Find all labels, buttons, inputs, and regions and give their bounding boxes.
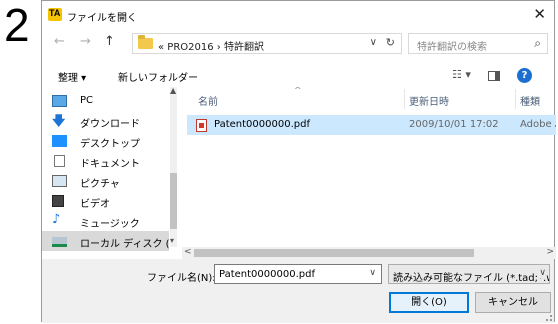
step-number: 2 xyxy=(4,0,30,51)
folder-icon xyxy=(138,35,153,49)
sidebar-item-pc[interactable]: PC xyxy=(52,91,170,111)
sidebar-item-label: ビデオ xyxy=(80,199,110,210)
picture-icon xyxy=(52,175,67,187)
app-icon: TA xyxy=(48,8,62,21)
address-bar[interactable]: « PRO2016 › 特許翻訳 ∨ ↻ xyxy=(132,33,402,54)
scrollbar-thumb[interactable] xyxy=(194,249,474,257)
cancel-button[interactable]: キャンセル xyxy=(475,292,551,313)
scrollbar-thumb[interactable] xyxy=(170,173,177,229)
preview-pane-icon[interactable] xyxy=(488,71,500,81)
forward-arrow-icon[interactable]: → xyxy=(80,34,91,49)
sidebar-item-music[interactable]: ♪ ミュージック xyxy=(52,211,170,231)
column-header-type[interactable]: 種類 xyxy=(520,93,540,108)
dialog-footer: ファイル名(N): Patent0000000.pdf ∨ 読み込み可能なファイ… xyxy=(42,259,554,323)
sidebar-item-label: ローカル ディスク (C xyxy=(80,239,169,250)
filetype-dropdown-icon[interactable]: ∨ xyxy=(537,268,546,278)
file-list-hscrollbar[interactable]: < > xyxy=(182,247,556,259)
file-type: Adobe A xyxy=(520,119,556,130)
search-input[interactable]: 特許翻訳の検索 ⌕ xyxy=(408,33,548,54)
navigation-bar: ← → ↑ « PRO2016 › 特許翻訳 ∨ ↻ 特許翻訳の検索 ⌕ xyxy=(42,28,554,56)
sidebar-item-local-disk[interactable]: ローカル ディスク (C xyxy=(42,231,169,251)
help-icon[interactable]: ? xyxy=(517,68,532,83)
filename-input[interactable]: Patent0000000.pdf ∨ xyxy=(214,264,382,284)
desktop-icon xyxy=(52,135,67,147)
scroll-left-icon[interactable]: < xyxy=(184,247,192,257)
file-date: 2009/10/01 17:02 xyxy=(409,119,499,130)
open-file-dialog: TA ファイルを開く ✕ ← → ↑ « PRO2016 › 特許翻訳 ∨ ↻ … xyxy=(41,0,556,323)
navigation-pane: PC 🡇 ダウンロード デスクトップ ドキュメント ピクチャ ビデオ ♪ ミュー… xyxy=(42,87,177,251)
filetype-select[interactable]: 読み込み可能なファイル (*.tad;*.w ∨ xyxy=(388,264,550,284)
resize-grip[interactable] xyxy=(546,315,552,321)
column-divider[interactable] xyxy=(404,89,405,109)
file-row[interactable]: Patent0000000.pdf 2009/10/01 17:02 Adobe… xyxy=(187,115,556,135)
refresh-icon[interactable]: ↻ xyxy=(386,36,395,49)
column-header-date[interactable]: 更新日時 xyxy=(409,93,449,108)
organize-button[interactable]: 整理 ▾ xyxy=(58,69,86,84)
search-placeholder: 特許翻訳の検索 xyxy=(417,42,487,53)
document-icon xyxy=(54,155,65,167)
scroll-right-icon[interactable]: > xyxy=(546,247,554,257)
pc-icon xyxy=(52,95,67,107)
new-folder-button[interactable]: 新しいフォルダー xyxy=(118,69,198,84)
open-button[interactable]: 開く(O) xyxy=(389,292,469,313)
column-header-name[interactable]: 名前 xyxy=(198,93,218,108)
file-list: 名前 ^ 更新日時 種類 Patent0000000.pdf 2009/10/0… xyxy=(182,87,556,247)
scroll-up-icon[interactable]: ▲ xyxy=(170,86,176,95)
sidebar-scrollbar[interactable]: ▲ ▾ xyxy=(170,86,177,247)
video-icon xyxy=(52,195,64,207)
address-dropdown-icon[interactable]: ∨ xyxy=(370,37,377,48)
search-icon[interactable]: ⌕ xyxy=(534,36,541,51)
back-arrow-icon[interactable]: ← xyxy=(54,34,65,49)
app-icon-text: TA xyxy=(49,8,61,18)
pdf-file-icon xyxy=(196,119,207,132)
sidebar-item-label: PC xyxy=(80,95,94,106)
local-disk-icon xyxy=(52,237,67,247)
column-header-label: 名前 xyxy=(198,97,218,108)
download-icon: 🡇 xyxy=(52,114,66,129)
column-divider[interactable] xyxy=(515,89,516,109)
command-toolbar: 整理 ▾ 新しいフォルダー ☷ ▾ ? xyxy=(42,63,554,87)
filetype-value[interactable]: 読み込み可能なファイル (*.tad;*.w xyxy=(393,269,549,283)
filename-dropdown-icon[interactable]: ∨ xyxy=(369,268,376,278)
scroll-down-icon[interactable]: ▾ xyxy=(170,236,174,245)
sidebar-item-downloads[interactable]: 🡇 ダウンロード xyxy=(52,111,170,131)
sidebar-item-label: ミュージック xyxy=(80,219,140,230)
music-icon: ♪ xyxy=(52,212,61,227)
filename-value[interactable]: Patent0000000.pdf xyxy=(219,269,315,280)
view-options-icon[interactable]: ☷ ▾ xyxy=(452,68,471,81)
sidebar-item-documents[interactable]: ドキュメント xyxy=(52,151,170,171)
up-arrow-icon[interactable]: ↑ xyxy=(104,34,115,49)
sidebar-item-pictures[interactable]: ピクチャ xyxy=(52,171,170,191)
window-title: ファイルを開く xyxy=(67,13,137,24)
sidebar-item-label: ドキュメント xyxy=(80,159,140,170)
title-bar: TA ファイルを開く ✕ xyxy=(42,1,554,27)
sort-ascending-icon: ^ xyxy=(294,87,302,96)
sidebar-item-label: デスクトップ xyxy=(80,139,140,150)
sidebar-item-desktop[interactable]: デスクトップ xyxy=(52,131,170,151)
sidebar-item-label: ダウンロード xyxy=(80,119,140,130)
sidebar-item-videos[interactable]: ビデオ xyxy=(52,191,170,211)
file-name: Patent0000000.pdf xyxy=(214,119,310,130)
filename-label: ファイル名(N): xyxy=(147,273,216,284)
sidebar-item-label: ピクチャ xyxy=(80,179,120,190)
close-icon[interactable]: ✕ xyxy=(533,5,546,23)
address-path[interactable]: « PRO2016 › 特許翻訳 xyxy=(158,38,264,53)
